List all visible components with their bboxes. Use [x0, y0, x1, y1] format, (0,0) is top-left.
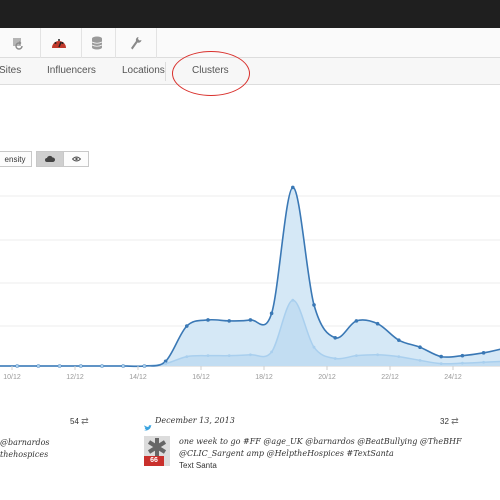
main-series-point [418, 345, 422, 349]
tab-influencers[interactable]: Influencers [47, 65, 96, 76]
secondary-series-point [482, 360, 485, 364]
wrench-icon [130, 36, 142, 55]
x-tick-label: 10/12 [3, 374, 21, 381]
database-tool[interactable] [82, 28, 116, 58]
secondary-series-point [143, 364, 146, 368]
main-series-point [481, 351, 486, 355]
asterisk-logo-icon [147, 438, 167, 456]
tweet-right-date: December 13, 2013 [155, 416, 235, 425]
tweet-right-count-value: 32 [440, 417, 449, 426]
main-series-point [312, 303, 316, 307]
top-bar [0, 0, 500, 28]
speedometer-icon [51, 36, 67, 55]
refresh-icon [14, 38, 24, 56]
secondary-series-point [461, 361, 464, 365]
cloud-icon [45, 155, 56, 164]
density-label: ensity [4, 154, 26, 164]
secondary-series-point [185, 355, 189, 358]
x-tick-label: 16/12 [192, 374, 210, 381]
tab-locations[interactable]: Locations [122, 65, 165, 76]
x-tick-label: 22/12 [381, 374, 399, 381]
main-series-point [185, 324, 189, 328]
highlight-circle [172, 51, 250, 96]
x-tick-label: 24/12 [444, 374, 462, 381]
cloud-toggle-button[interactable] [36, 151, 64, 167]
secondary-series-point [291, 298, 295, 302]
eye-icon [71, 155, 81, 164]
tweet-right-line-1: one week to go #FF @age_UK @barnardos @B… [179, 437, 462, 446]
secondary-series-point [79, 364, 83, 368]
database-icon [91, 36, 103, 55]
tab-sites[interactable]: Sites [0, 65, 21, 76]
secondary-series-point [397, 355, 401, 358]
eye-toggle-button[interactable] [63, 151, 89, 167]
main-series-point [397, 338, 401, 342]
main-series-point [354, 319, 359, 323]
dashboard-tool[interactable] [41, 28, 82, 58]
main-series-point [206, 318, 210, 322]
x-tick-label: 20/12 [318, 374, 336, 381]
tweet-right-line-2: @CLIC_Sargent amp @HelptheHospices #Text… [179, 449, 394, 458]
secondary-series-point [58, 364, 61, 368]
secondary-series-point [121, 364, 125, 368]
main-series-area [0, 187, 500, 367]
secondary-series-point [249, 353, 252, 357]
secondary-series-point [333, 357, 337, 360]
secondary-series-point [355, 354, 358, 358]
retweet-icon: ⇄ [451, 416, 459, 426]
secondary-series-point [15, 364, 19, 368]
main-series-point [333, 336, 338, 340]
main-series-point [269, 311, 274, 316]
density-button[interactable]: ensity [0, 151, 32, 167]
avatar: 66 [144, 436, 170, 466]
main-series-point [227, 319, 231, 323]
secondary-series-point [312, 345, 316, 349]
avatar-badge: 66 [144, 456, 164, 466]
x-tick-label: 18/12 [255, 374, 273, 381]
secondary-series-point [37, 364, 40, 368]
tweet-left-line-2: thehospices [0, 450, 49, 459]
toolbar-buttons [0, 28, 500, 58]
tweet-right-count: 32 ⇄ [440, 416, 459, 427]
secondary-series-point [164, 362, 168, 366]
volume-chart: 10/12 12/12 14/12 16/12 18/12 20/12 22/12 24/12… [0, 185, 500, 381]
tab-bar: Sites Influencers Locations Clusters [0, 58, 500, 85]
main-series-point [439, 354, 444, 359]
secondary-series-point [227, 354, 231, 358]
secondary-series-point [439, 362, 443, 366]
refresh-tool[interactable] [0, 28, 41, 58]
main-series-point [291, 185, 295, 190]
secondary-series-point [206, 354, 210, 358]
x-tick-label: 12/12 [66, 374, 84, 381]
tweet-left-count: 54 ⇄ [70, 416, 89, 427]
settings-tool[interactable] [116, 28, 157, 58]
secondary-series-point [100, 364, 104, 368]
tweet-left-count-value: 54 [70, 417, 79, 426]
twitter-bird-icon [144, 418, 152, 436]
x-tick-label: 14/12 [129, 374, 147, 381]
tweet-right-author: Text Santa [179, 461, 217, 470]
retweet-icon: ⇄ [81, 416, 89, 426]
secondary-series-point [270, 350, 273, 354]
tweet-left-line-1: @barnardos [0, 438, 50, 447]
secondary-series-point [376, 353, 379, 357]
main-series-point [460, 353, 465, 358]
main-series-point [248, 318, 253, 322]
secondary-series-point [418, 358, 422, 362]
tab-divider [165, 62, 166, 81]
main-series-point [375, 321, 380, 326]
